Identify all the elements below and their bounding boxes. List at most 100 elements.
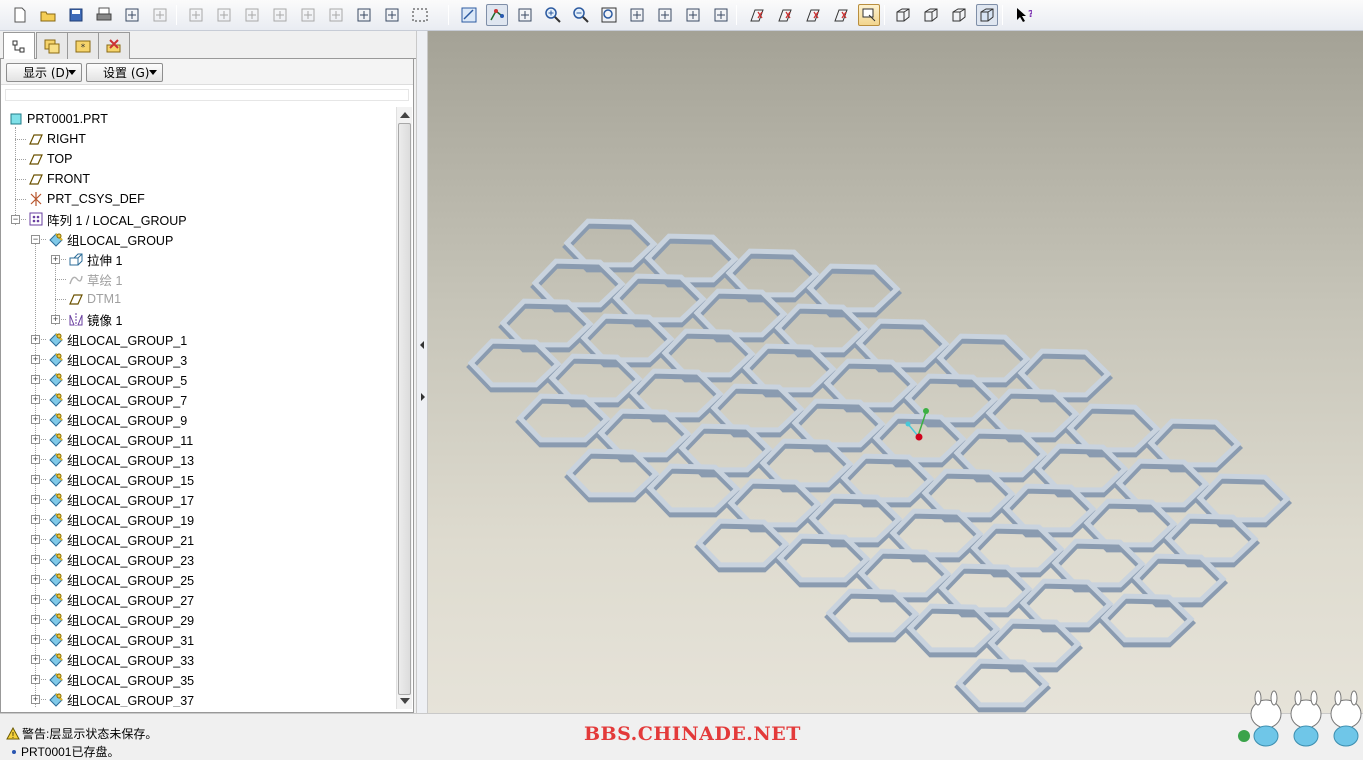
expand-node-icon[interactable]: + <box>31 695 40 704</box>
regenerate-button[interactable] <box>353 4 375 26</box>
redo-button[interactable] <box>213 4 235 26</box>
tree-node[interactable]: 组LOCAL_GROUP_35 <box>48 669 194 689</box>
expand-node-icon[interactable]: + <box>31 635 40 644</box>
expand-node-icon[interactable]: + <box>51 315 60 324</box>
paste-special-button[interactable] <box>325 4 347 26</box>
collapse-left-icon[interactable] <box>420 341 424 349</box>
expand-node-icon[interactable]: + <box>31 335 40 344</box>
tree-node[interactable]: 组LOCAL_GROUP_11 <box>48 429 193 449</box>
page-setup-button[interactable] <box>121 4 143 26</box>
tree-node[interactable]: 组LOCAL_GROUP <box>48 229 173 249</box>
tree-node[interactable]: 组LOCAL_GROUP_29 <box>48 609 194 629</box>
expand-node-icon[interactable]: + <box>31 435 40 444</box>
coordinate-systems-button[interactable] <box>830 4 852 26</box>
tree-node[interactable]: TOP <box>28 149 72 169</box>
select-box-button[interactable] <box>409 4 431 26</box>
tab-tools[interactable] <box>98 32 130 59</box>
orient-mode-button[interactable] <box>514 4 536 26</box>
scrollbar-thumb[interactable] <box>398 123 411 695</box>
paste-button[interactable] <box>297 4 319 26</box>
expand-node-icon[interactable]: + <box>31 375 40 384</box>
tree-node[interactable]: 组LOCAL_GROUP_7 <box>48 389 187 409</box>
tree-node[interactable]: RIGHT <box>28 129 86 149</box>
collapse-node-icon[interactable]: − <box>31 235 40 244</box>
expand-node-icon[interactable]: + <box>31 675 40 684</box>
tree-scrollbar[interactable] <box>396 107 412 709</box>
expand-node-icon[interactable]: + <box>31 455 40 464</box>
view-manager-button[interactable] <box>710 4 732 26</box>
layers-button[interactable] <box>682 4 704 26</box>
tree-node[interactable]: PRT_CSYS_DEF <box>28 189 145 209</box>
datum-points-button[interactable] <box>802 4 824 26</box>
collapse-node-icon[interactable]: − <box>11 215 20 224</box>
scroll-up-arrow-icon[interactable] <box>400 112 410 118</box>
tree-node[interactable]: 镜像 1 <box>68 309 122 329</box>
tree-node[interactable]: 组LOCAL_GROUP_3 <box>48 349 187 369</box>
hidden-line-button[interactable] <box>920 4 942 26</box>
settings-dropdown[interactable]: 设置 (G) <box>86 63 163 82</box>
reorient-button[interactable] <box>626 4 648 26</box>
expand-node-icon[interactable]: + <box>31 535 40 544</box>
expand-node-icon[interactable]: + <box>51 255 60 264</box>
tree-node[interactable]: 组LOCAL_GROUP_21 <box>48 529 194 549</box>
tree-node[interactable]: 组LOCAL_GROUP_1 <box>48 329 187 349</box>
expand-node-icon[interactable]: + <box>31 495 40 504</box>
save-button[interactable] <box>65 4 87 26</box>
show-dropdown[interactable]: 显示 (D) <box>6 63 82 82</box>
expand-node-icon[interactable]: + <box>31 395 40 404</box>
tree-node[interactable]: 阵列 1 / LOCAL_GROUP <box>28 209 187 229</box>
tab-model-tree[interactable] <box>3 32 35 60</box>
tree-node[interactable]: 组LOCAL_GROUP_31 <box>48 629 194 649</box>
tab-favorites[interactable]: * <box>67 32 99 59</box>
tree-node[interactable]: 组LOCAL_GROUP_27 <box>48 589 194 609</box>
tree-node[interactable]: PRT0001.PRT <box>8 109 108 129</box>
close-window-button[interactable] <box>149 4 171 26</box>
tree-node[interactable]: 组LOCAL_GROUP_5 <box>48 369 187 389</box>
zoom-fit-button[interactable] <box>598 4 620 26</box>
find-button[interactable] <box>381 4 403 26</box>
panel-splitter[interactable] <box>416 31 428 713</box>
expand-node-icon[interactable]: + <box>31 615 40 624</box>
tree-filter-field[interactable] <box>5 89 409 101</box>
tree-node[interactable]: DTM1 <box>68 289 121 309</box>
expand-node-icon[interactable]: + <box>31 655 40 664</box>
datum-planes-button[interactable] <box>746 4 768 26</box>
saved-views-button[interactable] <box>654 4 676 26</box>
tree-node[interactable]: 组LOCAL_GROUP_23 <box>48 549 194 569</box>
tree-node[interactable]: 组LOCAL_GROUP_9 <box>48 409 187 429</box>
tab-folder-browser[interactable] <box>36 32 68 59</box>
new-file-button[interactable] <box>9 4 31 26</box>
context-help-button[interactable]: ? <box>1012 4 1034 26</box>
shading-button[interactable] <box>976 4 998 26</box>
expand-node-icon[interactable]: + <box>31 555 40 564</box>
expand-node-icon[interactable]: + <box>31 475 40 484</box>
expand-node-icon[interactable]: + <box>31 415 40 424</box>
copy-button[interactable] <box>269 4 291 26</box>
tree-node[interactable]: 组LOCAL_GROUP_15 <box>48 469 194 489</box>
no-hidden-button[interactable] <box>948 4 970 26</box>
annotation-display-button[interactable] <box>858 4 880 26</box>
expand-node-icon[interactable]: + <box>31 355 40 364</box>
wireframe-button[interactable] <box>892 4 914 26</box>
tree-node[interactable]: 草绘 1 <box>68 269 122 289</box>
cut-button[interactable] <box>241 4 263 26</box>
zoom-out-button[interactable] <box>570 4 592 26</box>
expand-node-icon[interactable]: + <box>31 595 40 604</box>
expand-node-icon[interactable]: + <box>31 515 40 524</box>
undo-button[interactable] <box>185 4 207 26</box>
zoom-in-button[interactable] <box>542 4 564 26</box>
tree-node[interactable]: 组LOCAL_GROUP_37 <box>48 689 194 707</box>
tree-node[interactable]: 拉伸 1 <box>68 249 122 269</box>
tree-node[interactable]: FRONT <box>28 169 90 189</box>
spin-center-button[interactable] <box>486 4 508 26</box>
scroll-down-arrow-icon[interactable] <box>400 698 410 704</box>
tree-node[interactable]: 组LOCAL_GROUP_13 <box>48 449 194 469</box>
open-file-button[interactable] <box>37 4 59 26</box>
tree-node[interactable]: 组LOCAL_GROUP_25 <box>48 569 194 589</box>
datum-axes-button[interactable] <box>774 4 796 26</box>
graphics-window[interactable] <box>428 31 1363 713</box>
tree-node[interactable]: 组LOCAL_GROUP_33 <box>48 649 194 669</box>
tree-node[interactable]: 组LOCAL_GROUP_19 <box>48 509 194 529</box>
refit-button[interactable] <box>458 4 480 26</box>
tree-node[interactable]: 组LOCAL_GROUP_17 <box>48 489 194 509</box>
